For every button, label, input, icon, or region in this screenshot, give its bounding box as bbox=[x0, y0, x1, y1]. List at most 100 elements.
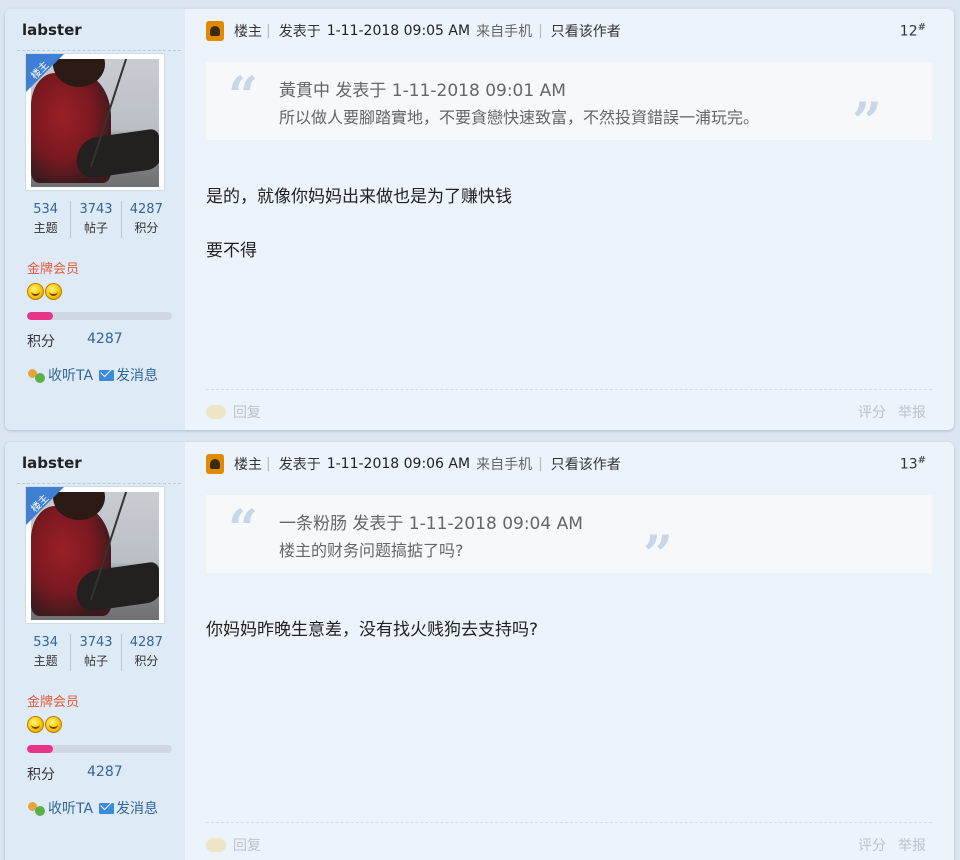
quote-close-icon: ” bbox=[852, 92, 882, 153]
only-author-link[interactable]: 只看该作者 bbox=[551, 21, 621, 41]
mail-icon bbox=[99, 369, 115, 381]
separator: | bbox=[266, 23, 271, 39]
post-time: 1-11-2018 09:05 AM bbox=[326, 23, 471, 39]
stat-posts-value[interactable]: 3743 bbox=[71, 634, 120, 651]
post-header: 楼主 | 发表于 1-11-2018 09:06 AM 来自手机 | 只看该作者… bbox=[206, 454, 926, 474]
score-value: 4287 bbox=[87, 331, 123, 347]
follow-button[interactable]: 收听TA bbox=[27, 365, 93, 385]
follow-button[interactable]: 收听TA bbox=[27, 798, 93, 818]
user-rank[interactable]: 金牌会员 bbox=[27, 691, 79, 710]
stat-threads-value[interactable]: 534 bbox=[21, 634, 70, 651]
posted-prefix: 发表于 bbox=[278, 457, 321, 473]
from-mobile-link[interactable]: 来自手机 bbox=[476, 21, 532, 41]
footer-actions: 评分 举报 bbox=[858, 402, 926, 422]
reply-button[interactable]: 回复 bbox=[233, 835, 261, 855]
from-mobile-link[interactable]: 来自手机 bbox=[476, 454, 532, 474]
stat-posts-value[interactable]: 3743 bbox=[71, 201, 120, 218]
quote-meta: 一条粉肠 发表于 1-11-2018 09:04 AM bbox=[279, 514, 583, 534]
only-author-link[interactable]: 只看该作者 bbox=[551, 454, 621, 474]
post-body: 楼主 | 发表于 1-11-2018 09:06 AM 来自手机 | 只看该作者… bbox=[185, 442, 954, 860]
star-icon bbox=[45, 283, 62, 300]
message-button[interactable]: 发消息 bbox=[99, 365, 158, 385]
score-row: 积分 4287 bbox=[27, 764, 123, 784]
post-12: labster 楼主 534 主题 3743 帖子 4287 积分 金牌会员 积… bbox=[5, 9, 954, 430]
follow-label: 收听TA bbox=[48, 801, 94, 817]
quote-open-icon: “ bbox=[228, 66, 258, 127]
post-content-line: 你妈妈昨晚生意差，没有找火贱狗去支持吗? bbox=[206, 620, 539, 640]
user-stats: 534 主题 3743 帖子 4287 积分 bbox=[21, 634, 171, 671]
post-footer: 回复 评分 举报 bbox=[206, 402, 926, 422]
quote-text: 所以做人要腳踏實地，不要貪戀快速致富，不然投資錯誤一浦玩完。 bbox=[279, 108, 760, 127]
floor-number[interactable]: 13# bbox=[900, 455, 926, 473]
op-icon bbox=[206, 454, 224, 474]
rate-button[interactable]: 评分 bbox=[858, 835, 886, 855]
avatar[interactable]: 楼主 bbox=[25, 53, 165, 191]
author-name-link[interactable]: labster bbox=[22, 21, 82, 39]
rank-progress-bar bbox=[27, 312, 172, 320]
rate-button[interactable]: 评分 bbox=[858, 402, 886, 422]
message-label: 发消息 bbox=[116, 368, 159, 384]
stat-points-label: 积分 bbox=[134, 221, 159, 235]
report-button[interactable]: 举报 bbox=[898, 835, 926, 855]
follow-icon bbox=[27, 368, 46, 383]
stat-threads-value[interactable]: 534 bbox=[21, 201, 70, 218]
rank-progress-fill bbox=[27, 312, 54, 320]
stat-posts-label: 帖子 bbox=[83, 221, 108, 235]
floor-mark: # bbox=[917, 22, 926, 34]
reply-icon bbox=[206, 405, 226, 419]
stat-points-label: 积分 bbox=[134, 654, 159, 668]
stat-threads-label: 主题 bbox=[33, 654, 58, 668]
user-stats: 534 主题 3743 帖子 4287 积分 bbox=[21, 201, 171, 238]
footer-divider bbox=[206, 389, 932, 390]
op-icon bbox=[206, 21, 224, 41]
score-label: 积分 bbox=[27, 334, 55, 350]
user-actions: 收听TA 发消息 bbox=[27, 798, 158, 818]
floor-value: 12 bbox=[899, 23, 918, 40]
stat-posts[interactable]: 3743 帖子 bbox=[71, 634, 122, 671]
rank-progress-bar bbox=[27, 745, 172, 753]
stat-threads[interactable]: 534 主题 bbox=[21, 634, 72, 671]
separator: | bbox=[538, 23, 543, 39]
report-button[interactable]: 举报 bbox=[898, 402, 926, 422]
divider bbox=[17, 50, 181, 51]
role-label: 楼主 bbox=[234, 457, 262, 473]
quote-open-icon: “ bbox=[228, 499, 258, 560]
message-button[interactable]: 发消息 bbox=[99, 798, 158, 818]
stat-points[interactable]: 4287 积分 bbox=[122, 201, 171, 238]
post-header: 楼主 | 发表于 1-11-2018 09:05 AM 来自手机 | 只看该作者… bbox=[206, 21, 926, 41]
message-label: 发消息 bbox=[116, 801, 159, 817]
stat-threads[interactable]: 534 主题 bbox=[21, 201, 72, 238]
post-13: labster 楼主 534 主题 3743 帖子 4287 积分 金牌会员 积… bbox=[5, 442, 954, 860]
post-content-line: 要不得 bbox=[206, 241, 257, 261]
star-icon bbox=[27, 716, 44, 733]
user-rank[interactable]: 金牌会员 bbox=[27, 258, 79, 277]
stat-points[interactable]: 4287 积分 bbox=[122, 634, 171, 671]
post-footer: 回复 评分 举报 bbox=[206, 835, 926, 855]
separator: | bbox=[538, 456, 543, 472]
reply-button[interactable]: 回复 bbox=[233, 402, 261, 422]
post-time: 1-11-2018 09:06 AM bbox=[326, 456, 471, 472]
star-icon bbox=[45, 716, 62, 733]
rank-stars bbox=[27, 716, 62, 733]
author-name-link[interactable]: labster bbox=[22, 454, 82, 472]
star-icon bbox=[27, 283, 44, 300]
reply-icon bbox=[206, 838, 226, 852]
author-sidebar: labster 楼主 534 主题 3743 帖子 4287 积分 金牌会员 积… bbox=[5, 9, 185, 430]
floor-mark: # bbox=[917, 455, 926, 467]
floor-value: 13 bbox=[899, 456, 918, 473]
follow-label: 收听TA bbox=[48, 368, 94, 384]
floor-number[interactable]: 12# bbox=[900, 22, 926, 40]
divider bbox=[17, 483, 181, 484]
stat-points-value[interactable]: 4287 bbox=[122, 201, 171, 218]
stat-points-value[interactable]: 4287 bbox=[122, 634, 171, 651]
quote-block: “ 一条粉肠 发表于 1-11-2018 09:04 AM 楼主的财务问题搞掂了… bbox=[206, 495, 932, 586]
stat-posts-label: 帖子 bbox=[83, 654, 108, 668]
quote-close-icon: ” bbox=[643, 525, 673, 586]
user-actions: 收听TA 发消息 bbox=[27, 365, 158, 385]
quote-meta: 黃貫中 发表于 1-11-2018 09:01 AM bbox=[279, 81, 566, 101]
rank-stars bbox=[27, 283, 62, 300]
separator: | bbox=[266, 456, 271, 472]
rank-progress-fill bbox=[27, 745, 54, 753]
avatar[interactable]: 楼主 bbox=[25, 486, 165, 624]
stat-posts[interactable]: 3743 帖子 bbox=[71, 201, 122, 238]
